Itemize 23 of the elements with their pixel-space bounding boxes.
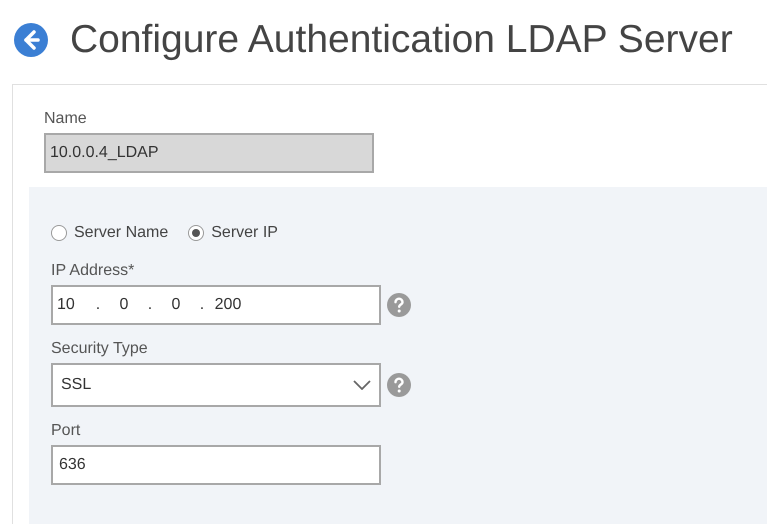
help-icon[interactable] (387, 373, 411, 397)
help-icon[interactable] (387, 293, 411, 317)
back-icon[interactable] (14, 23, 48, 57)
separator-dot: . (94, 295, 102, 315)
ip-address-field[interactable]: 10 . 0 . 0 . 200 (51, 285, 381, 325)
field-label: Security Type (51, 339, 149, 359)
radio-label: Server IP (211, 223, 278, 243)
ip-octet: 200 (214, 295, 242, 315)
field-label: IP Address* (51, 261, 136, 281)
separator-dot: . (146, 295, 154, 315)
separator-dot: . (198, 295, 206, 315)
ip-octet: 0 (118, 295, 130, 315)
chevron-down-icon (353, 380, 371, 390)
port-field[interactable]: 636 (51, 445, 381, 485)
field-label: Port (51, 421, 82, 441)
field-label: Name (44, 109, 88, 129)
radio-button[interactable] (51, 225, 67, 241)
radio-button[interactable] (188, 225, 204, 241)
page-title: Configure Authentication LDAP Server (70, 16, 733, 63)
ip-octet: 0 (170, 295, 182, 315)
radio-label: Server Name (74, 223, 168, 243)
ip-octet: 10 (57, 295, 76, 315)
security-type-select[interactable]: SSL (51, 363, 381, 407)
